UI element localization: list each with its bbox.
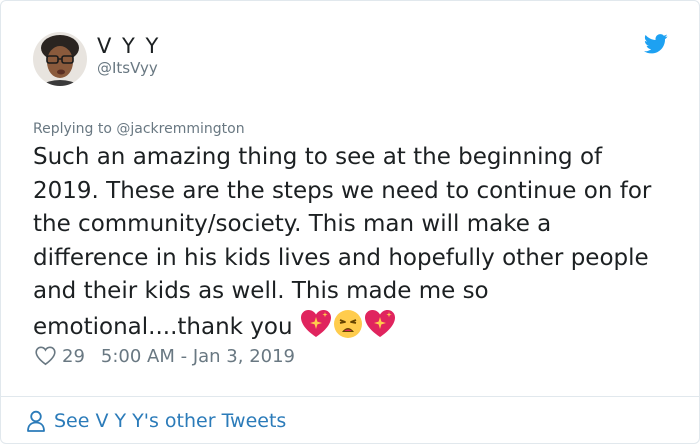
- replying-to[interactable]: Replying to @jackremmington: [33, 121, 245, 137]
- see-other-tweets-label[interactable]: See V Y Y's other Tweets: [54, 410, 286, 432]
- avatar[interactable]: [33, 32, 87, 86]
- tweet-text: Such an amazing thing to see at the begi…: [33, 141, 673, 345]
- divider: [1, 396, 699, 397]
- like-heart-icon[interactable]: [35, 346, 56, 366]
- tweet-timestamp[interactable]: 5:00 AM - Jan 3, 2019: [101, 346, 295, 367]
- sparkling-heart-icon: [364, 309, 396, 339]
- tweet-meta: 29 5:00 AM - Jan 3, 2019: [35, 344, 295, 368]
- person-icon: [26, 410, 46, 432]
- sparkling-heart-icon: [300, 309, 332, 339]
- like-count[interactable]: 29: [62, 346, 85, 367]
- weary-face-icon: [332, 309, 364, 339]
- twitter-bird-icon[interactable]: [643, 34, 668, 54]
- tweet-card: V Y Y @ItsVyy Replying to @jackremmingto…: [0, 0, 700, 444]
- user-handle[interactable]: @ItsVyy: [97, 59, 158, 77]
- see-other-tweets-link[interactable]: See V Y Y's other Tweets: [26, 406, 286, 436]
- display-name[interactable]: V Y Y: [97, 34, 160, 58]
